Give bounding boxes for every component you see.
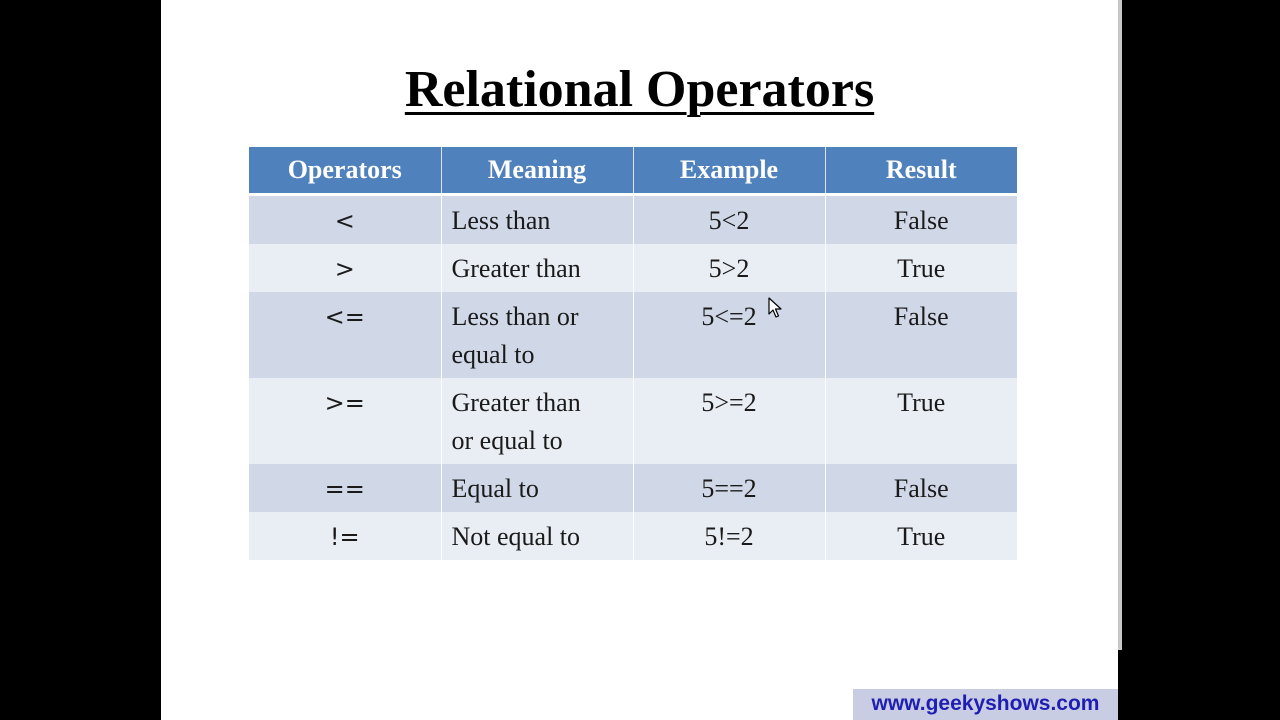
table-row: <= Less than or equal to 5<=2 False	[249, 292, 1017, 378]
operator-cell: >=	[249, 378, 442, 464]
presentation-slide: Relational Operators Operators Meaning E…	[161, 0, 1118, 720]
meaning-line: or equal to	[451, 426, 563, 455]
table-row: == Equal to 5==2 False	[249, 464, 1017, 512]
operator-cell: >	[249, 244, 442, 292]
table-body: < Less than 5<2 False > Greater than 5>2…	[249, 194, 1017, 560]
header-operators: Operators	[249, 147, 442, 196]
result-cell: True	[825, 244, 1017, 292]
example-cell: 5!=2	[633, 512, 826, 560]
meaning-cell: Greater than	[441, 244, 634, 292]
relational-operators-table: Operators Meaning Example Result < Less …	[249, 147, 1017, 560]
table-header: Operators Meaning Example Result	[249, 147, 1017, 196]
operator-cell: !=	[249, 512, 442, 560]
example-cell: 5>=2	[633, 378, 826, 464]
meaning-line: Equal to	[451, 474, 539, 503]
meaning-cell: Equal to	[441, 464, 634, 512]
meaning-cell: Less than	[441, 194, 634, 244]
example-cell: 5==2	[633, 464, 826, 512]
meaning-line: Not equal to	[451, 522, 581, 551]
watermark-url[interactable]: www.geekyshows.com	[853, 689, 1118, 720]
video-frame: Relational Operators Operators Meaning E…	[0, 0, 1280, 720]
example-cell: 5<2	[633, 194, 826, 244]
header-example: Example	[633, 147, 826, 196]
result-cell: False	[825, 464, 1017, 512]
header-row: Operators Meaning Example Result	[249, 147, 1017, 196]
operator-cell: ==	[249, 464, 442, 512]
meaning-cell: Greater than or equal to	[441, 378, 634, 464]
operator-cell: <=	[249, 292, 442, 378]
header-meaning: Meaning	[441, 147, 634, 196]
meaning-line: equal to	[451, 340, 535, 369]
slide-title: Relational Operators	[161, 58, 1118, 122]
meaning-cell: Less than or equal to	[441, 292, 634, 378]
slide-title-text: Relational Operators	[404, 61, 875, 118]
meaning-line: Greater than	[451, 254, 581, 283]
table-row: >= Greater than or equal to 5>=2 True	[249, 378, 1017, 464]
result-cell: True	[825, 512, 1017, 560]
table-row: < Less than 5<2 False	[249, 194, 1017, 244]
mouse-pointer-icon	[768, 297, 782, 318]
meaning-line: Less than	[451, 206, 551, 235]
example-cell: 5<=2	[633, 292, 826, 378]
result-cell: False	[825, 194, 1017, 244]
table-row: > Greater than 5>2 True	[249, 244, 1017, 292]
example-cell: 5>2	[633, 244, 826, 292]
result-cell: True	[825, 378, 1017, 464]
header-result: Result	[825, 147, 1017, 196]
meaning-cell: Not equal to	[441, 512, 634, 560]
meaning-line: Greater than	[451, 388, 581, 417]
window-edge	[1118, 0, 1122, 650]
result-cell: False	[825, 292, 1017, 378]
table-row: != Not equal to 5!=2 True	[249, 512, 1017, 560]
operator-cell: <	[249, 194, 442, 244]
meaning-line: Less than or	[451, 302, 579, 331]
